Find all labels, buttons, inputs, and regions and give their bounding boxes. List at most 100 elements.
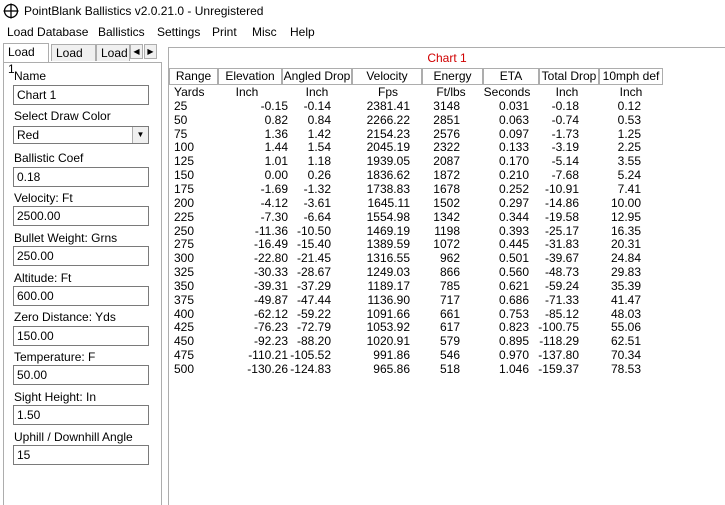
cell-angled-drop: -88.20 bbox=[296, 334, 331, 349]
cell-total-drop: -0.18 bbox=[551, 98, 579, 113]
cell-total-drop: -159.37 bbox=[538, 362, 579, 376]
cell-range: 150 bbox=[174, 168, 195, 183]
cell-wind-def: 29.83 bbox=[610, 265, 641, 280]
menu-settings[interactable]: Settings bbox=[157, 25, 200, 39]
cell-range: 450 bbox=[174, 334, 195, 349]
cell-energy: 1072 bbox=[433, 237, 460, 252]
cell-energy: 785 bbox=[439, 278, 460, 293]
cell-range: 275 bbox=[174, 237, 195, 252]
draw-color-label: Select Draw Color bbox=[14, 109, 111, 123]
col-header-total-drop[interactable]: Total Drop bbox=[539, 68, 599, 85]
angle-input[interactable]: 15 bbox=[13, 445, 149, 465]
cell-angled-drop: -47.44 bbox=[296, 292, 331, 307]
altitude-label: Altitude: Ft bbox=[14, 271, 72, 285]
cell-range: 200 bbox=[174, 195, 195, 210]
col-header-energy[interactable]: Energy bbox=[422, 68, 483, 85]
cell-energy: 2322 bbox=[433, 140, 460, 155]
name-input[interactable]: Chart 1 bbox=[13, 85, 149, 105]
altitude-input[interactable]: 600.00 bbox=[13, 286, 149, 306]
cell-angled-drop: -28.67 bbox=[296, 265, 331, 280]
velocity-input[interactable]: 2500.00 bbox=[13, 206, 149, 226]
col-header-angled-drop[interactable]: Angled Drop bbox=[282, 68, 352, 85]
cell-energy: 1342 bbox=[433, 209, 460, 224]
menu-load-database[interactable]: Load Database bbox=[7, 25, 88, 39]
cell-wind-def: 20.31 bbox=[610, 237, 641, 252]
zero-distance-input[interactable]: 150.00 bbox=[13, 326, 149, 346]
cell-energy: 2087 bbox=[433, 154, 460, 169]
col-header-elevation[interactable]: Elevation bbox=[218, 68, 282, 85]
cell-angled-drop: -3.61 bbox=[303, 195, 331, 210]
cell-energy: 717 bbox=[439, 292, 460, 307]
cell-energy: 1678 bbox=[433, 181, 460, 196]
cell-energy: 579 bbox=[439, 334, 460, 349]
cell-range: 475 bbox=[174, 348, 195, 363]
cell-energy: 2851 bbox=[433, 112, 460, 127]
cell-angled-drop: -6.64 bbox=[303, 209, 331, 224]
angle-label: Uphill / Downhill Angle bbox=[14, 430, 133, 444]
cell-angled-drop: -21.45 bbox=[296, 251, 331, 266]
menu-print[interactable]: Print bbox=[212, 25, 237, 39]
cell-total-drop: -85.12 bbox=[544, 306, 579, 321]
draw-color-value: Red bbox=[17, 128, 40, 142]
cell-range: 400 bbox=[174, 306, 195, 321]
tab-load-3[interactable]: Load bbox=[96, 44, 130, 61]
col-header-velocity[interactable]: Velocity bbox=[352, 68, 422, 85]
cell-total-drop: -31.83 bbox=[544, 237, 579, 252]
title-bar: PointBlank Ballistics v2.0.21.0 - Unregi… bbox=[0, 0, 725, 22]
cell-total-drop: -0.74 bbox=[551, 112, 579, 127]
cell-range: 250 bbox=[174, 223, 195, 238]
cell-energy: 866 bbox=[439, 265, 460, 280]
cell-range: 425 bbox=[174, 320, 195, 335]
cell-total-drop: -14.86 bbox=[544, 195, 579, 210]
sight-height-input[interactable]: 1.50 bbox=[13, 405, 149, 425]
cell-range: 500 bbox=[174, 362, 195, 376]
tab-scroll-left-icon[interactable]: ◀ bbox=[130, 44, 143, 59]
cell-angled-drop: -15.40 bbox=[296, 237, 331, 252]
cell-angled-drop: 1.18 bbox=[307, 154, 331, 169]
draw-color-select[interactable]: Red ▼ bbox=[13, 126, 149, 144]
cell-wind-def: 70.34 bbox=[610, 348, 641, 363]
cell-wind-def: 3.55 bbox=[617, 154, 641, 169]
col-header-eta[interactable]: ETA bbox=[483, 68, 539, 85]
cell-wind-def: 5.24 bbox=[617, 168, 641, 183]
chart-title: Chart 1 bbox=[427, 51, 467, 65]
name-label: Name bbox=[14, 69, 47, 83]
cell-total-drop: -59.24 bbox=[544, 278, 579, 293]
tab-load-2[interactable]: Load 2 bbox=[51, 44, 96, 77]
cell-angled-drop: 0.26 bbox=[307, 168, 331, 183]
menu-help[interactable]: Help bbox=[290, 25, 315, 39]
cell-total-drop: -48.73 bbox=[544, 265, 579, 280]
cell-energy: 3148 bbox=[433, 98, 460, 113]
chevron-down-icon[interactable]: ▼ bbox=[132, 127, 148, 143]
cell-angled-drop: -59.22 bbox=[296, 306, 331, 321]
cell-wind-def: 0.53 bbox=[617, 112, 641, 127]
cell-wind-def: 16.35 bbox=[610, 223, 641, 238]
ballistic-coef-label: Ballistic Coef bbox=[14, 151, 84, 165]
col-header-range[interactable]: Range bbox=[169, 68, 218, 85]
temperature-input[interactable]: 50.00 bbox=[13, 365, 149, 385]
col-header-wind-def[interactable]: 10mph def bbox=[599, 68, 663, 85]
cell-wind-def: 41.47 bbox=[610, 292, 641, 307]
cell-total-drop: -5.14 bbox=[551, 154, 579, 169]
cell-total-drop: -118.29 bbox=[539, 334, 579, 349]
cell-energy: 2576 bbox=[433, 126, 460, 141]
chart-panel: Chart 1 Range Elevation Angled Drop Velocit… bbox=[168, 47, 725, 505]
cell-wind-def: 1.25 bbox=[617, 126, 641, 141]
tab-scroll-right-icon[interactable]: ▶ bbox=[144, 44, 157, 59]
tab-load-1[interactable]: Load 1 bbox=[3, 43, 49, 76]
cell-angled-drop: -105.52 bbox=[290, 348, 331, 363]
cell-energy: 1872 bbox=[433, 168, 460, 183]
menu-misc[interactable]: Misc bbox=[252, 25, 277, 39]
cell-total-drop: -25.17 bbox=[544, 223, 579, 238]
cell-angled-drop: -10.50 bbox=[296, 223, 331, 238]
cell-angled-drop: -37.29 bbox=[296, 278, 331, 293]
unit-range: Yards bbox=[174, 85, 205, 99]
bullet-weight-input[interactable]: 250.00 bbox=[13, 246, 149, 266]
menu-ballistics[interactable]: Ballistics bbox=[98, 25, 145, 39]
window-title: PointBlank Ballistics v2.0.21.0 - Unregi… bbox=[24, 4, 264, 18]
ballistic-coef-input[interactable]: 0.18 bbox=[13, 167, 149, 187]
cell-wind-def: 2.25 bbox=[617, 140, 641, 155]
sight-height-label: Sight Height: In bbox=[14, 390, 97, 404]
zero-distance-label: Zero Distance: Yds bbox=[14, 310, 116, 324]
cell-range: 325 bbox=[174, 265, 195, 280]
